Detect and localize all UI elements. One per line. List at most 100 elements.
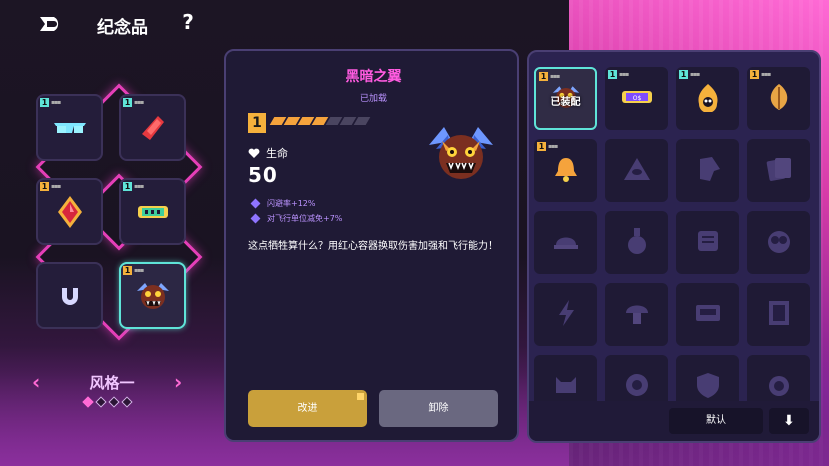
- default-sort-button[interactable]: 默认: [669, 408, 763, 434]
- style-dot[interactable]: [108, 396, 120, 408]
- relic-cell[interactable]: 1 ▪▪▪: [747, 67, 810, 130]
- horseshoe-icon: [61, 287, 78, 305]
- shield-icon: [695, 371, 721, 403]
- bell-icon: [554, 155, 578, 187]
- cell-dots: ▪▪▪: [550, 73, 560, 80]
- relic-cell[interactable]: [676, 211, 739, 274]
- relic-cell[interactable]: 1 ▪▪▪ 已装配: [534, 67, 597, 130]
- lightning-icon: [555, 298, 577, 332]
- eye-pyramid-icon: [623, 156, 651, 186]
- upgrade-button[interactable]: 改进: [248, 390, 367, 427]
- owl-icon: [765, 227, 793, 259]
- radio-icon: [694, 302, 722, 328]
- cell-level: 1: [539, 72, 548, 81]
- sort-toggle-button[interactable]: ⬇: [769, 408, 809, 434]
- slot-level: 1: [40, 182, 49, 191]
- relic-cell[interactable]: [534, 283, 597, 346]
- stat-row: 生命: [248, 145, 288, 161]
- style-dot[interactable]: [95, 396, 107, 408]
- dark-wing-demon-icon: [136, 282, 169, 309]
- relic-bonuses: 闪避率+12% 对飞行单位减免+7%: [250, 198, 342, 228]
- slot-dots: ▪▪▪: [134, 99, 144, 106]
- cell-level: 1: [608, 70, 617, 79]
- slot-dots: ▪▪▪: [134, 267, 144, 274]
- slot-level: 1: [123, 98, 132, 107]
- stat-value: 50: [248, 163, 278, 187]
- sunglasses-icon: [53, 122, 86, 133]
- cell-dots: ▪▪▪: [548, 143, 558, 150]
- relic-level-badge: 1: [248, 113, 266, 133]
- slot-dots: ▪▪▪: [134, 183, 144, 190]
- page-title: 纪念品: [97, 18, 148, 38]
- relic-cell[interactable]: [676, 283, 739, 346]
- cell-dots: ▪▪▪: [619, 71, 629, 78]
- list-footer: 默认 ⬇: [529, 401, 819, 441]
- relic-cell[interactable]: 1 ▪▪▪: [534, 139, 597, 202]
- level-pip: [353, 117, 371, 125]
- lens-icon: [766, 371, 792, 403]
- relic-cell[interactable]: [605, 139, 668, 202]
- svg-text:O$: O$: [632, 95, 641, 102]
- style-dot[interactable]: [82, 396, 94, 408]
- help-button[interactable]: ?: [178, 10, 198, 34]
- relic-cell[interactable]: [747, 211, 810, 274]
- horse-head-icon: [694, 155, 722, 187]
- relic-level-pips: [269, 117, 371, 125]
- ticket-icon: O$: [621, 88, 653, 110]
- heart-icon: [248, 148, 260, 158]
- relic-status: 已加载: [359, 94, 387, 104]
- relic-detail-panel: 黑暗之翼 已加载 1 生命 50 闪避率+12% 对飞行单位减免+7% 这点牺牲…: [224, 49, 519, 442]
- cell-dots: ▪▪▪: [690, 71, 700, 78]
- relic-cell[interactable]: [605, 211, 668, 274]
- cap-icon: [552, 229, 580, 257]
- relic-slot-2[interactable]: 1 ▪▪▪: [119, 94, 186, 161]
- leaf-icon: [766, 82, 792, 116]
- scroll-icon: [137, 205, 168, 218]
- cell-level: 1: [679, 70, 688, 79]
- back-icon[interactable]: [36, 14, 66, 34]
- cards-icon: [766, 155, 792, 187]
- diamond-bullet-icon: [250, 198, 261, 209]
- cell-level: 1: [750, 70, 759, 79]
- slot-dots: ▪▪▪: [51, 99, 61, 106]
- diamond-bullet-icon: [250, 213, 261, 224]
- cell-level: 1: [537, 142, 546, 151]
- relic-list-panel: 1 ▪▪▪ 已装配 1 ▪▪▪ O$ 1 ▪▪▪ 1 ▪▪▪ 1 ▪▪▪ 默认 ⬇: [527, 50, 821, 443]
- relic-slot-3[interactable]: 1 ▪▪▪: [36, 178, 103, 245]
- relic-cell[interactable]: [747, 139, 810, 202]
- unequip-button[interactable]: 卸除: [379, 390, 498, 427]
- bonus-item: 对飞行单位减免+7%: [250, 213, 342, 224]
- dark-wing-demon-icon: [429, 127, 493, 179]
- relic-cell[interactable]: 1 ▪▪▪ O$: [605, 67, 668, 130]
- potion-icon: [625, 226, 649, 260]
- relic-slot-1[interactable]: 1 ▪▪▪: [36, 94, 103, 161]
- cell-dots: ▪▪▪: [761, 71, 771, 78]
- relic-cell[interactable]: 1 ▪▪▪: [676, 67, 739, 130]
- slot-level: 1: [123, 266, 132, 275]
- scroll-paper-icon: [694, 228, 722, 258]
- relic-name: 黑暗之翼: [345, 69, 402, 85]
- relic-cell[interactable]: [605, 283, 668, 346]
- slot-level: 1: [40, 98, 49, 107]
- slot-dots: ▪▪▪: [51, 183, 61, 190]
- medal-icon: [623, 371, 651, 403]
- relic-cell[interactable]: [534, 211, 597, 274]
- cat-icon: [552, 371, 580, 403]
- relic-cell[interactable]: [747, 283, 810, 346]
- relic-slot-6[interactable]: 1 ▪▪▪: [119, 262, 186, 329]
- relic-slot-4[interactable]: 1 ▪▪▪: [119, 178, 186, 245]
- stat-label: 生命: [266, 147, 288, 160]
- relic-cell[interactable]: [676, 139, 739, 202]
- style-dot[interactable]: [121, 396, 133, 408]
- sausage-icon: [141, 115, 164, 140]
- equipped-slots-panel: 1 ▪▪▪ 1 ▪▪▪ 1 ▪▪▪ 1 ▪▪▪ 1 ▪▪▪ ‹ 风格一 ›: [22, 70, 203, 408]
- relic-slot-5[interactable]: [36, 262, 103, 329]
- relic-description: 这点牺牲算什么？用红心容器换取伤害加强和飞行能力！: [248, 241, 498, 252]
- notification-dot: [357, 393, 364, 400]
- style-next-arrow[interactable]: ›: [174, 370, 182, 394]
- slot-level: 1: [123, 182, 132, 191]
- bonus-item: 闪避率+12%: [250, 198, 342, 209]
- fire-pot-icon: [695, 82, 721, 116]
- mushroom-icon: [623, 299, 651, 331]
- red-gem-icon: [57, 195, 82, 228]
